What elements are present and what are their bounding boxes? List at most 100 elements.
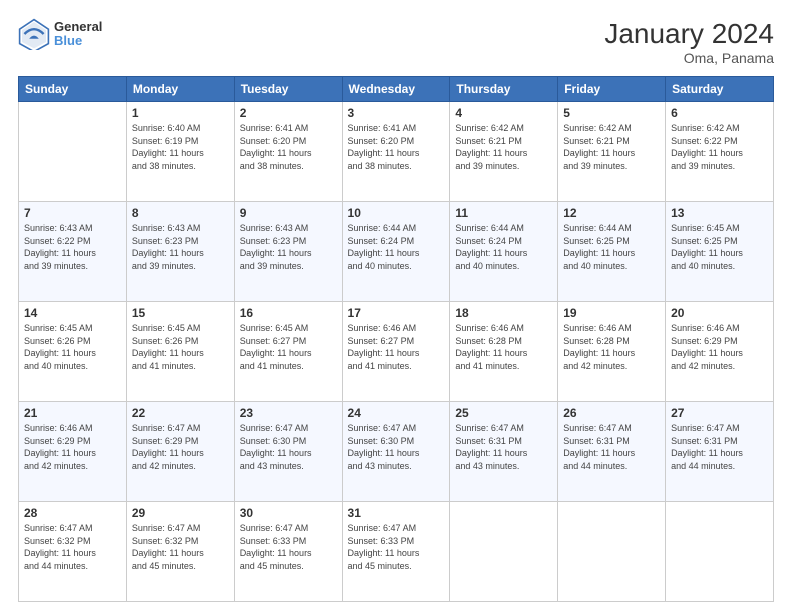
day-info: Sunrise: 6:41 AM Sunset: 6:20 PM Dayligh…	[240, 122, 337, 172]
week-row-2: 7Sunrise: 6:43 AM Sunset: 6:22 PM Daylig…	[19, 202, 774, 302]
table-cell: 4Sunrise: 6:42 AM Sunset: 6:21 PM Daylig…	[450, 102, 558, 202]
table-cell: 16Sunrise: 6:45 AM Sunset: 6:27 PM Dayli…	[234, 302, 342, 402]
table-cell: 1Sunrise: 6:40 AM Sunset: 6:19 PM Daylig…	[126, 102, 234, 202]
day-info: Sunrise: 6:47 AM Sunset: 6:31 PM Dayligh…	[671, 422, 768, 472]
table-cell: 28 Sunrise: 6:47 AM Sunset: 6:32 PM Dayli…	[19, 502, 127, 602]
table-cell: 17 Sunrise: 6:46 AM Sunset: 6:27 PM Dayli…	[342, 302, 450, 402]
day-info: Sunrise: 6:46 AM Sunset: 6:27 PM Dayligh…	[348, 322, 445, 372]
table-cell: 22 Sunrise: 6:47 AM Sunset: 6:29 PM Dayli…	[126, 402, 234, 502]
table-cell	[558, 502, 666, 602]
day-info: Sunrise: 6:42 AM Sunset: 6:21 PM Dayligh…	[563, 122, 660, 172]
day-info: Sunrise: 6:45 AM Sunset: 6:27 PM Dayligh…	[240, 322, 337, 372]
col-wednesday: Wednesday	[342, 77, 450, 102]
table-cell: 13 Sunrise: 6:45 AM Sunset: 6:25 PM Dayli…	[666, 202, 774, 302]
day-info: Sunrise: 6:45 AM Sunset: 6:26 PM Dayligh…	[132, 322, 229, 372]
day-info: Sunrise: 6:45 AM Sunset: 6:26 PM Dayligh…	[24, 322, 121, 372]
table-cell: 29 Sunrise: 6:47 AM Sunset: 6:32 PM Dayli…	[126, 502, 234, 602]
day-info: Sunrise: 6:47 AM Sunset: 6:33 PM Dayligh…	[240, 522, 337, 572]
day-number: 8	[132, 206, 229, 220]
col-tuesday: Tuesday	[234, 77, 342, 102]
day-info: Sunrise: 6:46 AM Sunset: 6:28 PM Dayligh…	[455, 322, 552, 372]
table-cell: 19 Sunrise: 6:46 AM Sunset: 6:28 PM Dayli…	[558, 302, 666, 402]
day-info: Sunrise: 6:45 AM Sunset: 6:25 PM Dayligh…	[671, 222, 768, 272]
logo: General Blue	[18, 18, 102, 50]
day-number: 9	[240, 206, 337, 220]
day-number: 27	[671, 406, 768, 420]
day-number: 14	[24, 306, 121, 320]
table-cell: 3 Sunrise: 6:41 AM Sunset: 6:20 PM Daylig…	[342, 102, 450, 202]
day-number: 31	[348, 506, 445, 520]
day-info: Sunrise: 6:46 AM Sunset: 6:28 PM Dayligh…	[563, 322, 660, 372]
table-cell: 11 Sunrise: 6:44 AM Sunset: 6:24 PM Dayli…	[450, 202, 558, 302]
day-number: 5	[563, 106, 660, 120]
table-cell	[19, 102, 127, 202]
table-cell: 24Sunrise: 6:47 AM Sunset: 6:30 PM Dayli…	[342, 402, 450, 502]
day-number: 17	[348, 306, 445, 320]
day-number: 29	[132, 506, 229, 520]
week-row-5: 28 Sunrise: 6:47 AM Sunset: 6:32 PM Dayli…	[19, 502, 774, 602]
day-info: Sunrise: 6:42 AM Sunset: 6:21 PM Dayligh…	[455, 122, 552, 172]
day-info: Sunrise: 6:47 AM Sunset: 6:32 PM Dayligh…	[132, 522, 229, 572]
day-info: Sunrise: 6:44 AM Sunset: 6:25 PM Dayligh…	[563, 222, 660, 272]
table-cell: 14 Sunrise: 6:45 AM Sunset: 6:26 PM Dayli…	[19, 302, 127, 402]
logo-line2: Blue	[54, 34, 102, 48]
header-row: Sunday Monday Tuesday Wednesday Thursday…	[19, 77, 774, 102]
table-cell: 31Sunrise: 6:47 AM Sunset: 6:33 PM Dayli…	[342, 502, 450, 602]
day-number: 25	[455, 406, 552, 420]
day-info: Sunrise: 6:47 AM Sunset: 6:32 PM Dayligh…	[24, 522, 121, 572]
day-number: 15	[132, 306, 229, 320]
calendar-title: January 2024	[604, 18, 774, 50]
day-number: 20	[671, 306, 768, 320]
table-cell	[666, 502, 774, 602]
table-cell: 9 Sunrise: 6:43 AM Sunset: 6:23 PM Daylig…	[234, 202, 342, 302]
day-number: 30	[240, 506, 337, 520]
table-cell: 7Sunrise: 6:43 AM Sunset: 6:22 PM Daylig…	[19, 202, 127, 302]
logo-text: General Blue	[54, 20, 102, 49]
day-number: 3	[348, 106, 445, 120]
day-number: 19	[563, 306, 660, 320]
week-row-1: 1Sunrise: 6:40 AM Sunset: 6:19 PM Daylig…	[19, 102, 774, 202]
day-number: 26	[563, 406, 660, 420]
week-row-4: 21 Sunrise: 6:46 AM Sunset: 6:29 PM Dayli…	[19, 402, 774, 502]
table-cell: 15 Sunrise: 6:45 AM Sunset: 6:26 PM Dayli…	[126, 302, 234, 402]
table-cell: 10Sunrise: 6:44 AM Sunset: 6:24 PM Dayli…	[342, 202, 450, 302]
table-cell: 27 Sunrise: 6:47 AM Sunset: 6:31 PM Dayli…	[666, 402, 774, 502]
logo-icon	[18, 18, 50, 50]
day-info: Sunrise: 6:40 AM Sunset: 6:19 PM Dayligh…	[132, 122, 229, 172]
day-info: Sunrise: 6:43 AM Sunset: 6:23 PM Dayligh…	[240, 222, 337, 272]
day-number: 22	[132, 406, 229, 420]
page: General Blue January 2024 Oma, Panama Su…	[0, 0, 792, 612]
col-thursday: Thursday	[450, 77, 558, 102]
table-cell: 2 Sunrise: 6:41 AM Sunset: 6:20 PM Daylig…	[234, 102, 342, 202]
day-info: Sunrise: 6:43 AM Sunset: 6:22 PM Dayligh…	[24, 222, 121, 272]
day-info: Sunrise: 6:47 AM Sunset: 6:31 PM Dayligh…	[563, 422, 660, 472]
table-cell: 21 Sunrise: 6:46 AM Sunset: 6:29 PM Dayli…	[19, 402, 127, 502]
table-cell: 6Sunrise: 6:42 AM Sunset: 6:22 PM Daylig…	[666, 102, 774, 202]
day-info: Sunrise: 6:43 AM Sunset: 6:23 PM Dayligh…	[132, 222, 229, 272]
day-number: 24	[348, 406, 445, 420]
day-info: Sunrise: 6:41 AM Sunset: 6:20 PM Dayligh…	[348, 122, 445, 172]
day-number: 18	[455, 306, 552, 320]
day-info: Sunrise: 6:44 AM Sunset: 6:24 PM Dayligh…	[455, 222, 552, 272]
day-number: 28	[24, 506, 121, 520]
day-number: 23	[240, 406, 337, 420]
day-number: 13	[671, 206, 768, 220]
table-cell: 23Sunrise: 6:47 AM Sunset: 6:30 PM Dayli…	[234, 402, 342, 502]
day-info: Sunrise: 6:46 AM Sunset: 6:29 PM Dayligh…	[671, 322, 768, 372]
table-cell: 8 Sunrise: 6:43 AM Sunset: 6:23 PM Daylig…	[126, 202, 234, 302]
day-number: 11	[455, 206, 552, 220]
col-saturday: Saturday	[666, 77, 774, 102]
day-number: 2	[240, 106, 337, 120]
day-number: 6	[671, 106, 768, 120]
table-cell: 26 Sunrise: 6:47 AM Sunset: 6:31 PM Dayli…	[558, 402, 666, 502]
day-info: Sunrise: 6:47 AM Sunset: 6:29 PM Dayligh…	[132, 422, 229, 472]
day-number: 21	[24, 406, 121, 420]
week-row-3: 14 Sunrise: 6:45 AM Sunset: 6:26 PM Dayli…	[19, 302, 774, 402]
day-info: Sunrise: 6:46 AM Sunset: 6:29 PM Dayligh…	[24, 422, 121, 472]
day-number: 10	[348, 206, 445, 220]
col-friday: Friday	[558, 77, 666, 102]
table-cell: 5 Sunrise: 6:42 AM Sunset: 6:21 PM Daylig…	[558, 102, 666, 202]
table-cell	[450, 502, 558, 602]
table-cell: 18 Sunrise: 6:46 AM Sunset: 6:28 PM Dayli…	[450, 302, 558, 402]
calendar-table: Sunday Monday Tuesday Wednesday Thursday…	[18, 76, 774, 602]
